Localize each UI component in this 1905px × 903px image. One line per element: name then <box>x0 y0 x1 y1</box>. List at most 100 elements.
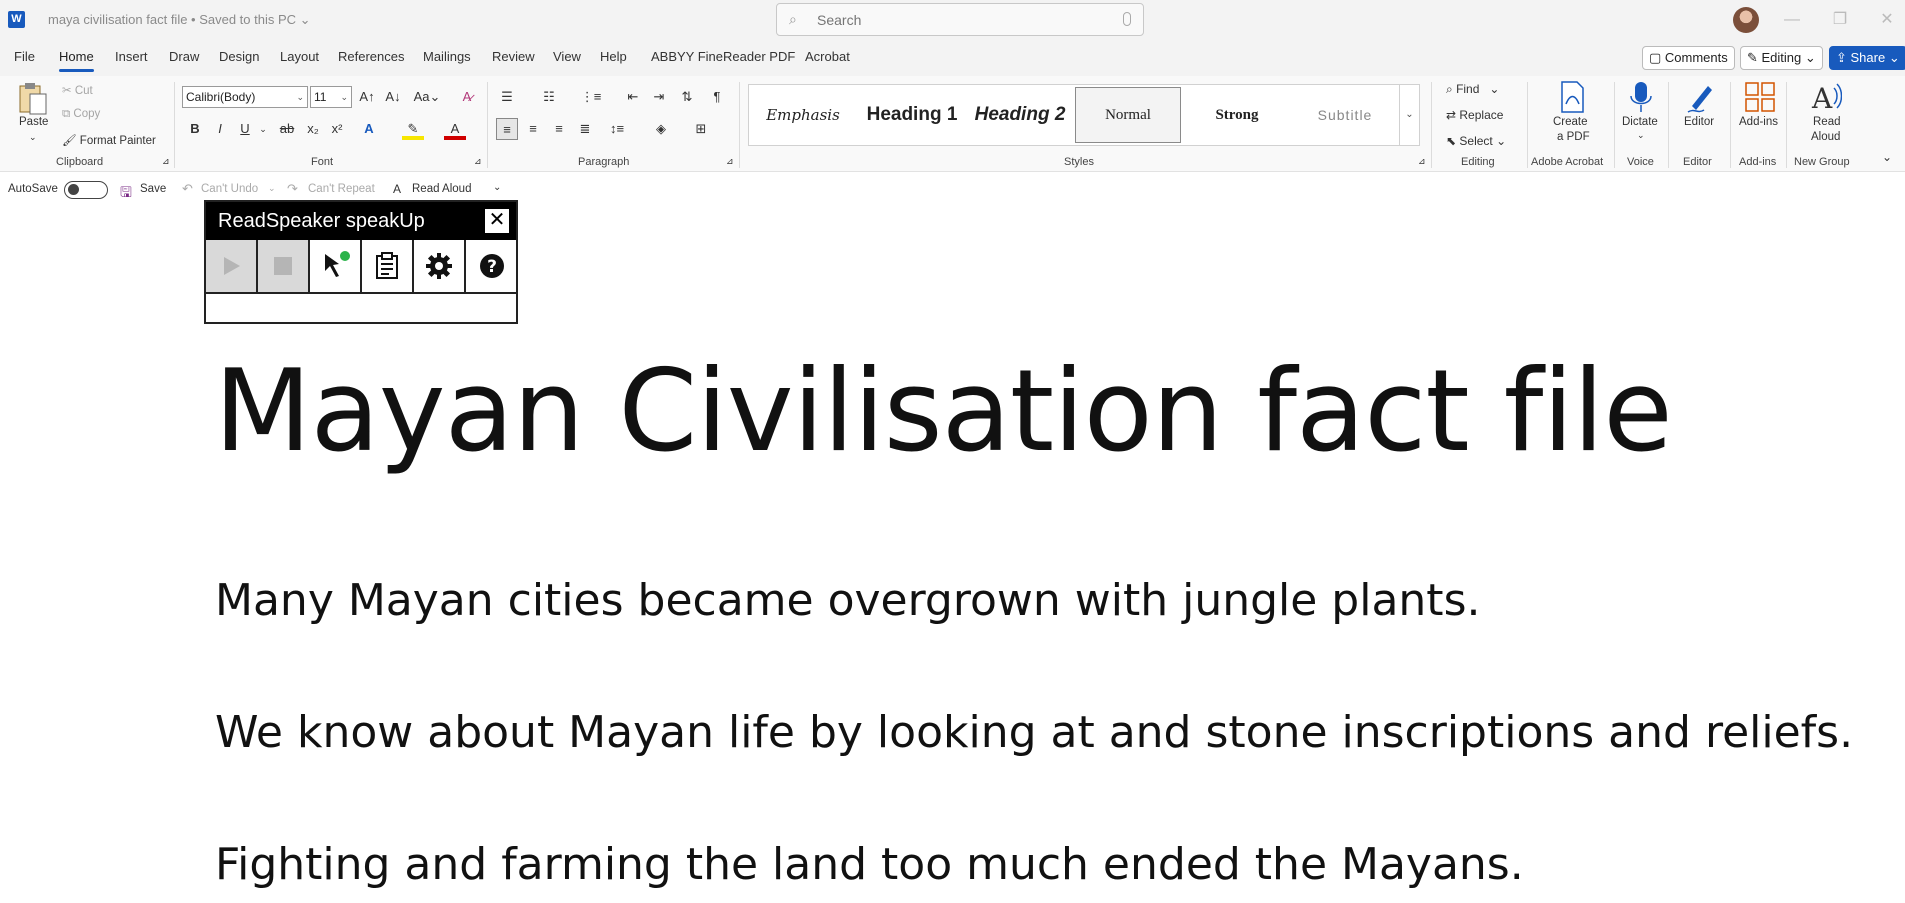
create-pdf-icon[interactable] <box>1555 80 1589 114</box>
play-button[interactable] <box>206 240 258 292</box>
numbering-icon[interactable]: ☷ <box>538 86 560 108</box>
styles-more-icon[interactable]: ⌄ <box>1399 85 1419 145</box>
settings-button[interactable] <box>414 240 466 292</box>
dictate-dropdown-icon[interactable]: ⌄ <box>1637 130 1645 141</box>
tab-home[interactable]: Home <box>59 49 94 72</box>
styles-launcher-icon[interactable]: ⊿ <box>1418 156 1426 167</box>
collapse-ribbon-icon[interactable]: ⌄ <box>1882 150 1892 164</box>
text-effects-icon[interactable]: A <box>358 118 380 140</box>
stop-button[interactable] <box>258 240 310 292</box>
style-heading-2[interactable]: Heading 2 <box>967 85 1073 145</box>
save-label[interactable]: Save <box>140 183 166 195</box>
font-size-combo[interactable]: 11 ⌄ <box>310 86 352 108</box>
close-window-button[interactable]: ✕ <box>1872 8 1902 32</box>
shading-icon[interactable]: ◈ <box>650 118 672 140</box>
undo-dropdown-icon[interactable]: ⌄ <box>268 183 276 194</box>
read-aloud-icon[interactable]: A <box>1808 80 1843 115</box>
grow-font-icon[interactable]: A↑ <box>356 86 378 108</box>
tab-file[interactable]: File <box>14 49 35 64</box>
create-pdf-label-2[interactable]: a PDF <box>1557 131 1590 143</box>
tab-view[interactable]: View <box>553 49 581 64</box>
copy-button[interactable]: ⧉ Copy <box>62 108 100 121</box>
document-title[interactable]: maya civilisation fact file • Saved to t… <box>48 12 311 28</box>
help-button[interactable]: ? <box>466 240 518 292</box>
format-painter-button[interactable]: 🖌 Format Painter <box>62 133 156 147</box>
read-aloud-qat-label[interactable]: Read Aloud <box>412 183 471 195</box>
style-emphasis[interactable]: Emphasis <box>749 85 857 145</box>
read-aloud-small-icon[interactable]: A <box>393 182 401 196</box>
customize-qat-icon[interactable]: ⌄ <box>493 182 501 193</box>
avatar[interactable] <box>1733 7 1759 33</box>
select-button[interactable]: ⬉ Select ⌄ <box>1446 134 1506 148</box>
italic-icon[interactable]: I <box>209 118 231 140</box>
tab-layout[interactable]: Layout <box>280 49 319 64</box>
search-input[interactable] <box>817 10 1097 30</box>
cut-button[interactable]: ✂ Cut <box>62 83 93 97</box>
tab-insert[interactable]: Insert <box>115 49 148 64</box>
maximize-button[interactable]: ❐ <box>1825 8 1855 32</box>
microphone-icon[interactable] <box>1624 80 1658 114</box>
autosave-toggle[interactable] <box>64 181 108 199</box>
style-heading-1[interactable]: Heading 1 <box>857 85 967 145</box>
bold-icon[interactable]: B <box>184 118 206 140</box>
font-color-icon[interactable]: A <box>444 118 466 140</box>
replace-button[interactable]: ⇄ Replace <box>1446 108 1503 122</box>
strikethrough-icon[interactable]: ab <box>276 118 298 140</box>
paragraph-launcher-icon[interactable]: ⊿ <box>726 156 734 167</box>
addins-label[interactable]: Add-ins <box>1739 116 1778 128</box>
tab-review[interactable]: Review <box>492 49 535 64</box>
borders-icon[interactable]: ⊞ <box>690 118 712 140</box>
style-strong[interactable]: Strong <box>1183 85 1291 145</box>
tab-abbyy[interactable]: ABBYY FineReader PDF <box>651 49 795 64</box>
search-box[interactable]: ⌕ <box>776 3 1144 36</box>
bullets-icon[interactable]: ☰ <box>496 86 518 108</box>
pointer-read-button[interactable] <box>310 240 362 292</box>
save-icon[interactable]: 🖫 <box>120 182 132 206</box>
highlight-icon[interactable]: ✎ <box>402 118 424 140</box>
addins-icon[interactable] <box>1743 80 1777 114</box>
editor-icon[interactable] <box>1684 80 1718 114</box>
tab-mailings[interactable]: Mailings <box>423 49 471 64</box>
paste-dropdown-icon[interactable]: ⌄ <box>29 132 37 143</box>
line-spacing-icon[interactable]: ↕≡ <box>606 118 628 140</box>
clipboard-read-button[interactable] <box>362 240 414 292</box>
create-pdf-label-1[interactable]: Create <box>1553 116 1588 128</box>
read-aloud-label-1[interactable]: Read <box>1813 116 1841 128</box>
superscript-icon[interactable]: x² <box>326 118 348 140</box>
clear-formatting-icon[interactable]: A̷ <box>456 86 478 108</box>
underline-dropdown-icon[interactable]: ⌄ <box>252 118 274 140</box>
comments-button[interactable]: ▢ Comments <box>1642 46 1735 70</box>
share-button[interactable]: ⇪ Share ⌄ <box>1829 46 1905 70</box>
repeat-label[interactable]: Can't Repeat <box>308 183 375 195</box>
minimize-button[interactable]: — <box>1777 8 1807 32</box>
clipboard-launcher-icon[interactable]: ⊿ <box>162 156 170 167</box>
tab-help[interactable]: Help <box>600 49 627 64</box>
tab-references[interactable]: References <box>338 49 404 64</box>
readspeaker-close-button[interactable]: ✕ <box>485 209 509 233</box>
tab-design[interactable]: Design <box>219 49 259 64</box>
tab-draw[interactable]: Draw <box>169 49 199 64</box>
undo-label[interactable]: Can't Undo <box>201 183 258 195</box>
readspeaker-header[interactable]: ReadSpeaker speakUp ✕ <box>206 202 516 240</box>
sort-icon[interactable]: ⇅ <box>676 86 698 108</box>
repeat-icon[interactable]: ↷ <box>287 181 298 197</box>
tab-acrobat[interactable]: Acrobat <box>805 49 850 64</box>
shrink-font-icon[interactable]: A↓ <box>382 86 404 108</box>
justify-icon[interactable]: ≣ <box>574 118 596 140</box>
font-name-combo[interactable]: Calibri(Body) ⌄ <box>182 86 308 108</box>
style-subtitle[interactable]: Subtitle <box>1291 85 1399 145</box>
align-center-icon[interactable]: ≡ <box>522 118 544 140</box>
editor-label[interactable]: Editor <box>1684 116 1714 128</box>
multilevel-list-icon[interactable]: ⋮≡ <box>580 86 602 108</box>
read-aloud-label-2[interactable]: Aloud <box>1811 131 1840 143</box>
change-case-icon[interactable]: Aa⌄ <box>412 86 442 108</box>
dictate-label[interactable]: Dictate <box>1622 116 1658 128</box>
align-left-icon[interactable]: ≡ <box>496 118 518 140</box>
align-right-icon[interactable]: ≡ <box>548 118 570 140</box>
increase-indent-icon[interactable]: ⇥ <box>648 86 670 108</box>
editing-mode-button[interactable]: ✎ Editing ⌄ <box>1740 46 1823 70</box>
paste-icon[interactable] <box>16 80 50 115</box>
show-formatting-marks-icon[interactable]: ¶ <box>706 86 728 108</box>
paste-label[interactable]: Paste <box>19 116 48 128</box>
decrease-indent-icon[interactable]: ⇤ <box>622 86 644 108</box>
